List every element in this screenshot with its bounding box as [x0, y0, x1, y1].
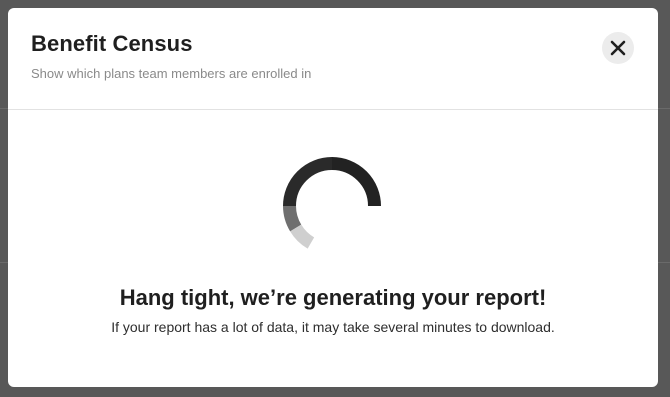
modal-title: Benefit Census [31, 31, 193, 56]
modal-header: Benefit Census Show which plans team mem… [8, 8, 658, 110]
loading-heading: Hang tight, we’re generating your report… [119, 285, 547, 310]
spinner-segment [290, 224, 315, 249]
benefit-census-modal: Benefit Census Show which plans team mem… [8, 8, 658, 387]
modal-subtitle: Show which plans team members are enroll… [31, 66, 312, 81]
spinner-segment [331, 157, 381, 207]
loading-message: If your report has a lot of data, it may… [111, 319, 555, 335]
close-icon [610, 40, 626, 56]
loading-spinner-icon [283, 157, 381, 249]
close-button[interactable] [602, 32, 634, 64]
spinner-segment [283, 205, 302, 232]
spinner-segment [283, 157, 333, 207]
